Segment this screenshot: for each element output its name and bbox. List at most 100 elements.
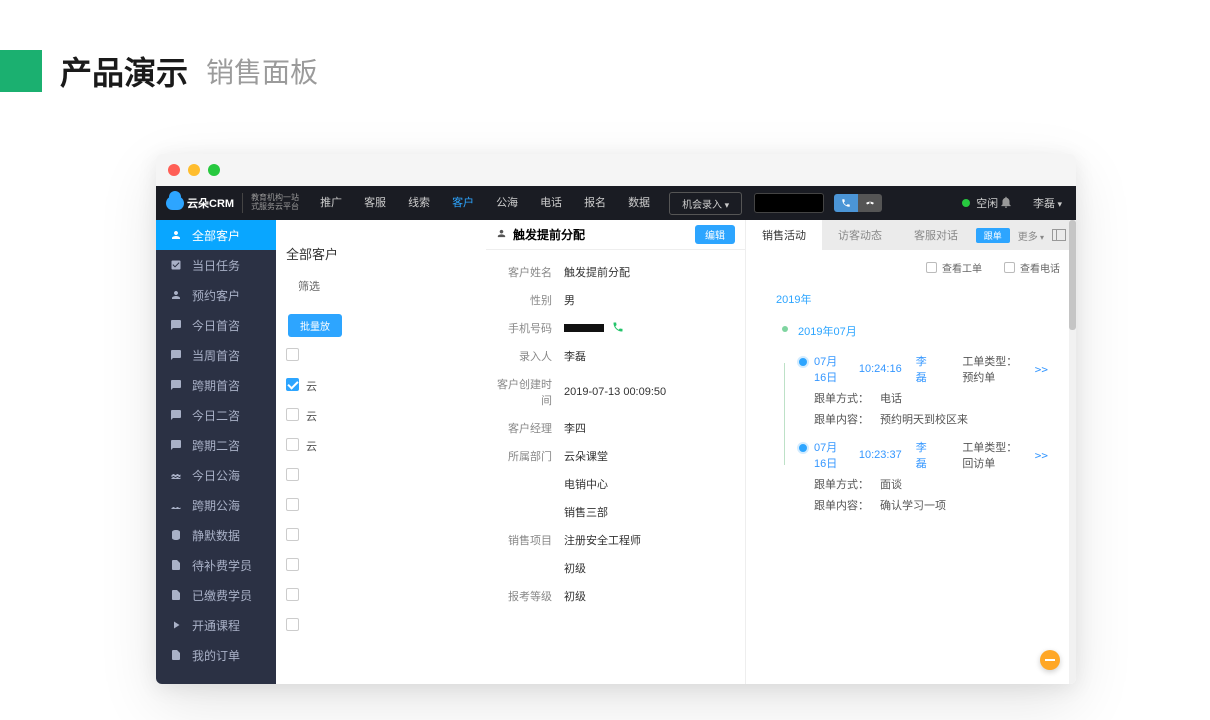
field-label: 客户创建时间 (496, 376, 564, 408)
field-label: 手机号码 (496, 320, 564, 336)
window-titlebar (156, 154, 1076, 186)
nav-item-7[interactable]: 数据 (617, 186, 661, 220)
chat-icon (170, 409, 182, 421)
bell-icon[interactable] (999, 195, 1013, 212)
logo-text: 云朵CRM (187, 195, 234, 211)
field-row: 报考等级初级 (496, 582, 735, 610)
call-icon[interactable] (834, 194, 858, 212)
field-row: 销售项目注册安全工程师 (496, 526, 735, 554)
nav-item-0[interactable]: 推广 (309, 186, 353, 220)
hangup-icon[interactable] (858, 194, 882, 212)
nav-item-6[interactable]: 报名 (573, 186, 617, 220)
sidebar-item-8[interactable]: 今日公海 (156, 460, 276, 490)
event-date: 07月16日 (814, 353, 845, 385)
row-checkbox[interactable] (286, 528, 299, 541)
row-checkbox[interactable] (286, 378, 299, 391)
sidebar-item-2[interactable]: 预约客户 (156, 280, 276, 310)
scrollbar[interactable] (1069, 220, 1076, 684)
search-input[interactable] (754, 193, 824, 213)
field-value: 李四 (564, 420, 735, 436)
nav-item-5[interactable]: 电话 (529, 186, 573, 220)
fab-button[interactable] (1040, 650, 1060, 670)
minimize-dot[interactable] (188, 164, 200, 176)
sidebar-item-4[interactable]: 当周首咨 (156, 340, 276, 370)
status-dot (962, 199, 970, 207)
list-row[interactable]: 云 (306, 438, 317, 454)
accent-block (0, 50, 42, 92)
field-label (496, 476, 564, 492)
sidebar-item-1[interactable]: 当日任务 (156, 250, 276, 280)
list-row[interactable]: 云 (306, 408, 317, 424)
field-value: 初级 (564, 588, 735, 604)
user-icon (170, 289, 182, 301)
list-row[interactable]: 云 (306, 378, 317, 394)
sidebar-label: 预约客户 (192, 287, 240, 304)
detail-panel: 触发提前分配 编辑 客户姓名触发提前分配性别男手机号码录入人李磊客户创建时间20… (486, 220, 1076, 684)
event-expand[interactable]: >> (1035, 363, 1048, 376)
sidebar-item-9[interactable]: 跨期公海 (156, 490, 276, 520)
tab-0[interactable]: 销售活动 (746, 220, 822, 250)
timeline-event: 07月16日10:24:16李磊工单类型：预约单>>跟单方式：电话跟单内容：预约… (814, 353, 1048, 427)
nav-item-4[interactable]: 公海 (485, 186, 529, 220)
row-checkbox[interactable] (286, 498, 299, 511)
sidebar-item-5[interactable]: 跨期首咨 (156, 370, 276, 400)
row-checkbox[interactable] (286, 618, 299, 631)
field-label: 录入人 (496, 348, 564, 364)
sidebar-item-3[interactable]: 今日首咨 (156, 310, 276, 340)
check-icon (170, 259, 182, 271)
field-value: 云朵课堂 (564, 448, 735, 464)
batch-button[interactable]: 批量放 (288, 314, 342, 337)
opportunity-button[interactable]: 机会录入 (669, 192, 742, 215)
more-menu[interactable]: 更多 (1018, 228, 1044, 243)
row-checkbox[interactable] (286, 468, 299, 481)
event-expand[interactable]: >> (1035, 449, 1048, 462)
field-row: 电销中心 (496, 470, 735, 498)
event-user: 李磊 (916, 353, 931, 385)
field-label: 报考等级 (496, 588, 564, 604)
detail-activity: 销售活动 访客动态 客服对话 跟单 更多 查看工单 查看电话 2019年 (746, 220, 1076, 684)
doc-icon (170, 589, 182, 601)
row-checkbox[interactable] (286, 408, 299, 421)
sea-icon (170, 499, 182, 511)
sidebar-label: 跨期二咨 (192, 437, 240, 454)
view-calls-checkbox[interactable]: 查看电话 (1004, 260, 1060, 275)
phone-icon[interactable] (612, 321, 624, 336)
view-orders-checkbox[interactable]: 查看工单 (926, 260, 982, 275)
row-checkbox[interactable] (286, 558, 299, 571)
sidebar-item-13[interactable]: 开通课程 (156, 610, 276, 640)
row-checkbox[interactable] (286, 588, 299, 601)
call-controls[interactable] (834, 194, 882, 212)
nav-item-2[interactable]: 线索 (397, 186, 441, 220)
activity-filters: 查看工单 查看电话 (746, 250, 1076, 285)
tab-2[interactable]: 客服对话 (898, 220, 974, 250)
nav-item-3[interactable]: 客户 (441, 186, 485, 220)
field-value: 李磊 (564, 348, 735, 364)
layout-icon[interactable] (1052, 229, 1066, 241)
sidebar-item-12[interactable]: 已缴费学员 (156, 580, 276, 610)
sidebar-item-10[interactable]: 静默数据 (156, 520, 276, 550)
edit-button[interactable]: 编辑 (695, 225, 735, 244)
user-menu[interactable]: 李磊 (1033, 195, 1062, 211)
close-dot[interactable] (168, 164, 180, 176)
row-checkbox[interactable] (286, 438, 299, 451)
sidebar-label: 静默数据 (192, 527, 240, 544)
sidebar-item-11[interactable]: 待补费学员 (156, 550, 276, 580)
field-value: 销售三部 (564, 504, 735, 520)
tab-1[interactable]: 访客动态 (822, 220, 898, 250)
field-label: 性别 (496, 292, 564, 308)
sidebar-item-14[interactable]: 我的订单 (156, 640, 276, 670)
sidebar-item-6[interactable]: 今日二咨 (156, 400, 276, 430)
list-title: 全部客户 (286, 244, 338, 263)
sidebar-item-7[interactable]: 跨期二咨 (156, 430, 276, 460)
play-icon (170, 619, 182, 631)
header-checkbox[interactable] (286, 348, 299, 361)
field-label: 所属部门 (496, 448, 564, 464)
doc-icon (170, 559, 182, 571)
zoom-dot[interactable] (208, 164, 220, 176)
timeline: 2019年 2019年07月 07月16日10:24:16李磊工单类型：预约单>… (746, 285, 1076, 525)
field-row: 手机号码 (496, 314, 735, 342)
sidebar-item-0[interactable]: 全部客户 (156, 220, 276, 250)
follow-tag[interactable]: 跟单 (976, 228, 1010, 243)
field-row: 客户创建时间2019-07-13 00:09:50 (496, 370, 735, 414)
nav-item-1[interactable]: 客服 (353, 186, 397, 220)
